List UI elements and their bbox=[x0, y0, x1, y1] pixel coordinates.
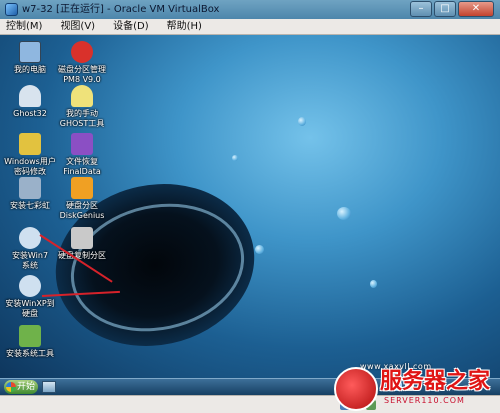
desktop-icon-label: 我的电脑 bbox=[14, 65, 46, 74]
disk-copy-icon bbox=[71, 227, 93, 249]
desktop-icon-disk-copy[interactable]: 硬盘复制分区 bbox=[54, 227, 110, 261]
window-controls: – □ ✕ bbox=[410, 1, 494, 17]
desktop-icon-label: 文件恢复 FinalData bbox=[63, 157, 101, 176]
desktop-icon-install-tools[interactable]: 安装系统工具 bbox=[2, 325, 58, 359]
puzzle-icon bbox=[71, 133, 93, 155]
minimize-button[interactable]: – bbox=[410, 1, 432, 17]
ghost-tool-icon bbox=[71, 85, 93, 107]
desktop-icon-label: 硬盘复制分区 bbox=[58, 251, 106, 260]
windows-logo-icon bbox=[6, 382, 16, 392]
desktop-icon-label: Ghost32 bbox=[13, 109, 47, 118]
desktop-icon-diskgenius[interactable]: 硬盘分区 DiskGenius bbox=[54, 177, 110, 221]
start-button[interactable]: 开始 bbox=[4, 380, 38, 394]
desktop-icon-ghost-tool[interactable]: 我的手动 GHOST工具 bbox=[54, 85, 110, 129]
install-tools-icon bbox=[19, 325, 41, 347]
setup-icon bbox=[19, 177, 41, 199]
desktop-icon-password-reset[interactable]: Windows用户 密码修改 bbox=[2, 133, 58, 177]
desktop-icon-label: 磁盘分区管理 PM8 V9.0 bbox=[58, 65, 106, 84]
desktop-icon-setup[interactable]: 安装七彩虹 bbox=[2, 177, 58, 211]
key-icon bbox=[19, 133, 41, 155]
desktop-icon-label: 安装WinXP到 硬盘 bbox=[5, 299, 55, 318]
menu-help[interactable]: 帮助(H) bbox=[167, 19, 202, 34]
water-drop bbox=[232, 155, 238, 161]
desktop-icon-label: 安装系统工具 bbox=[6, 349, 54, 358]
computer-icon bbox=[19, 41, 41, 63]
start-label: 开始 bbox=[17, 382, 36, 392]
partition-magic-icon bbox=[71, 41, 93, 63]
desktop-icon-install-winxp[interactable]: 安装WinXP到 硬盘 bbox=[2, 275, 58, 319]
desktop-icon-label: 安装七彩虹 bbox=[10, 201, 50, 210]
menu-bar: 控制(M) 视图(V) 设备(D) 帮助(H) bbox=[0, 19, 500, 35]
window-title: w7-32 [正在运行] - Oracle VM VirtualBox bbox=[22, 4, 220, 15]
desktop-icon-label: 硬盘分区 DiskGenius bbox=[59, 201, 105, 220]
watermark-url: SERVER110.COM bbox=[384, 396, 465, 405]
desktop-icon-partition-magic[interactable]: 磁盘分区管理 PM8 V9.0 bbox=[54, 41, 110, 85]
winxp-disc-icon bbox=[19, 275, 41, 297]
taskbar-window-icon[interactable] bbox=[42, 381, 56, 393]
desktop-icon-install-win7[interactable]: 安装Win7 系统 bbox=[2, 227, 58, 271]
menu-view[interactable]: 视图(V) bbox=[60, 19, 95, 34]
water-drop bbox=[255, 245, 264, 254]
close-button[interactable]: ✕ bbox=[458, 1, 494, 17]
watermark-logo: 服务器之家 SERVER110.COM bbox=[334, 367, 496, 411]
desktop-icon-my-computer[interactable]: 我的电脑 bbox=[2, 41, 58, 75]
guest-desktop[interactable]: 我的电脑 磁盘分区管理 PM8 V9.0 Ghost32 我的手动 GHOST工… bbox=[0, 35, 500, 378]
water-drop bbox=[337, 207, 351, 220]
diskgenius-icon bbox=[71, 177, 93, 199]
title-bar[interactable]: w7-32 [正在运行] - Oracle VM VirtualBox – □ … bbox=[0, 0, 500, 19]
desktop-icon-label: Windows用户 密码修改 bbox=[4, 157, 56, 176]
desktop-icon-label: 我的手动 GHOST工具 bbox=[59, 109, 105, 128]
win7-disc-icon bbox=[19, 227, 41, 249]
desktop-icon-finaldata[interactable]: 文件恢复 FinalData bbox=[54, 133, 110, 177]
red-hat-logo-icon bbox=[334, 367, 378, 411]
desktop-icon-label: 安装Win7 系统 bbox=[11, 251, 49, 270]
desktop-icon-ghost32[interactable]: Ghost32 bbox=[2, 85, 58, 119]
menu-devices[interactable]: 设备(D) bbox=[113, 19, 149, 34]
virtualbox-window: w7-32 [正在运行] - Oracle VM VirtualBox – □ … bbox=[0, 0, 500, 413]
menu-control[interactable]: 控制(M) bbox=[6, 19, 42, 34]
ghost-icon bbox=[19, 85, 41, 107]
virtualbox-icon bbox=[5, 3, 18, 16]
water-drop bbox=[370, 280, 377, 288]
water-drop bbox=[298, 117, 306, 126]
maximize-button[interactable]: □ bbox=[434, 1, 456, 17]
watermark-brand: 服务器之家 bbox=[380, 369, 491, 394]
